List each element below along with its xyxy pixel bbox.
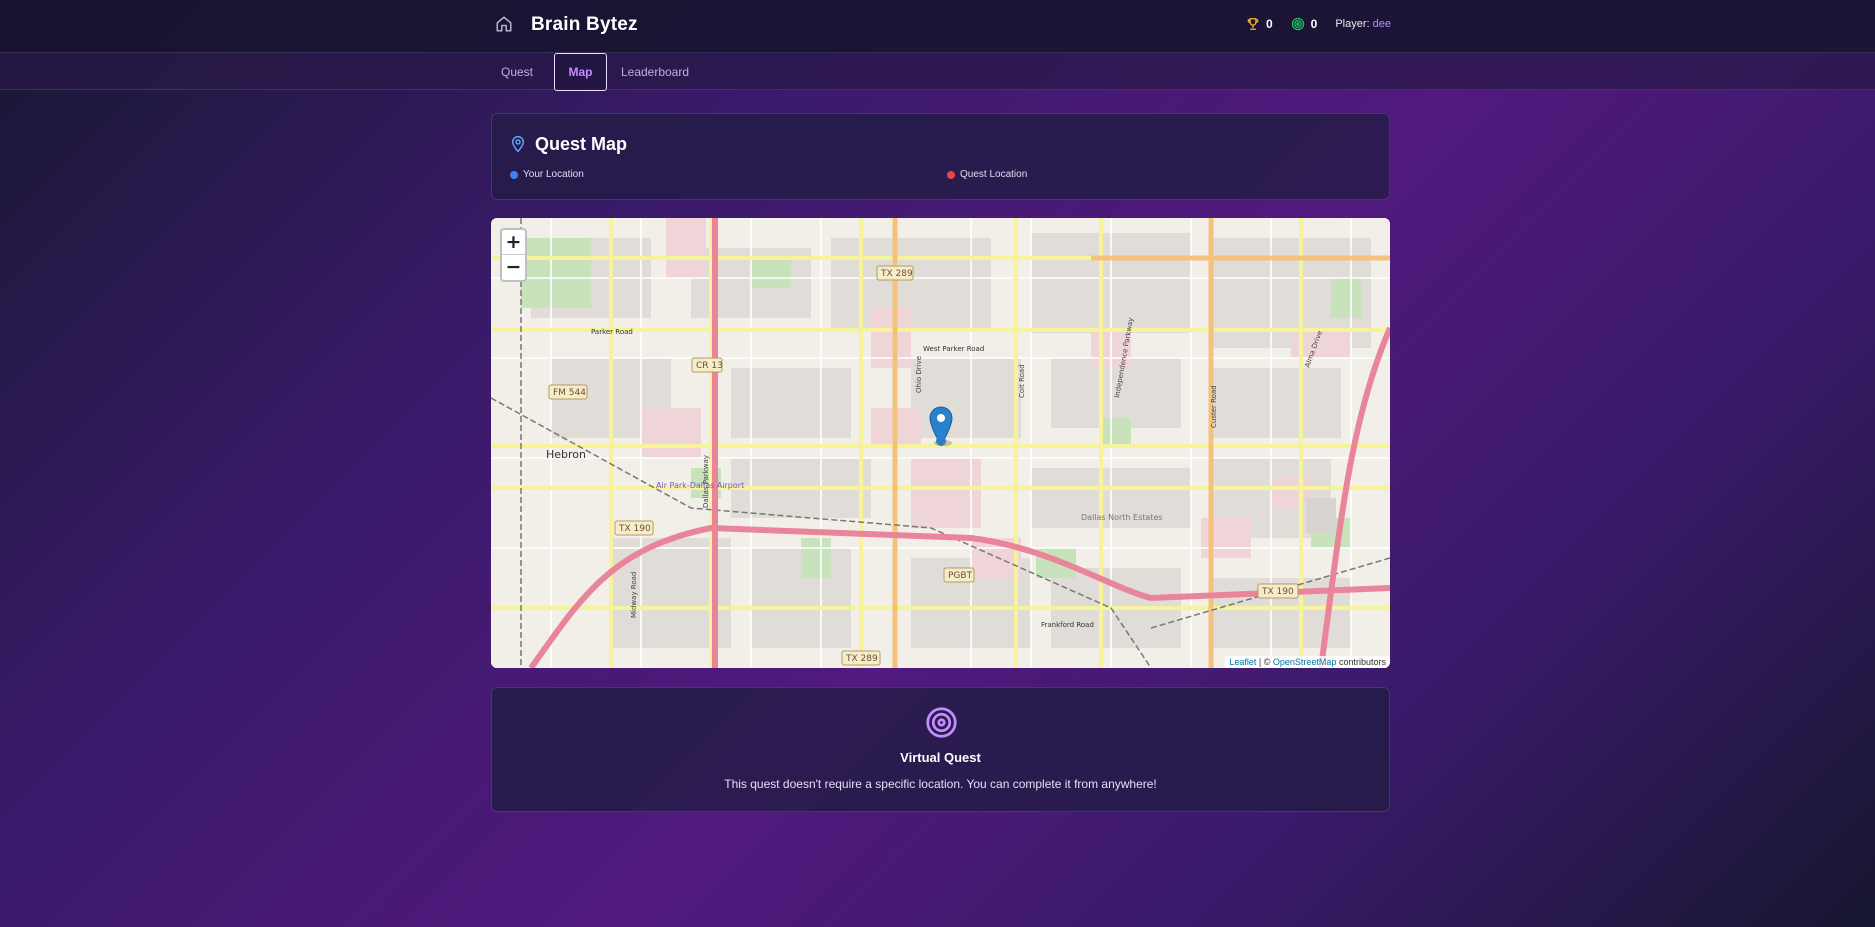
shield-tx289-bottom: TX 289 (845, 654, 878, 664)
target-count: 0 (1310, 17, 1318, 31)
target-icon (1291, 17, 1304, 31)
attribution-separator: | © (1258, 657, 1271, 667)
label-hebron: Hebron (546, 448, 586, 461)
shield-tx190-left: TX 190 (618, 524, 651, 534)
legend-label: Quest Location (960, 169, 1028, 180)
shield-tx289-top: TX 289 (880, 269, 913, 279)
target-stat: 0 (1291, 17, 1318, 31)
legend-label: Your Location (523, 169, 584, 180)
label-dallas-north-estates: Dallas North Estates (1081, 513, 1163, 522)
tab-quest[interactable]: Quest (491, 53, 543, 91)
virtual-quest-description: This quest doesn't require a specific lo… (724, 777, 1157, 791)
shield-cr13: CR 13 (696, 361, 723, 371)
map-pin-icon (511, 136, 525, 153)
label-ohio-drive: Ohio Drive (915, 356, 923, 393)
leaflet-link[interactable]: Leaflet (1229, 657, 1256, 667)
trophy-stat: 0 (1246, 17, 1273, 31)
player-info: Player: dee (1335, 18, 1391, 30)
label-custer-road: Custer Road (1210, 385, 1218, 428)
quest-map-card: Quest Map Your Location Quest Location (491, 113, 1390, 200)
map-view[interactable]: TX 289 CR 13 FM 544 TX 190 TX 190 PGBT T… (491, 218, 1390, 668)
legend-your-location: Your Location (510, 169, 584, 180)
tab-bar: Quest Map Leaderboard (0, 53, 1875, 91)
player-name: dee (1372, 18, 1391, 30)
target-icon (926, 707, 957, 738)
player-label: Player: (1335, 18, 1370, 30)
location-marker-icon[interactable] (928, 405, 954, 447)
header-stats: 0 0 Player: dee (1246, 17, 1391, 31)
red-dot-icon (947, 170, 955, 179)
label-midway-road: Midway Road (630, 572, 638, 618)
attribution-contributors: contributors (1338, 657, 1386, 667)
blue-dot-icon (510, 170, 518, 179)
legend-quest-location: Quest Location (947, 169, 1027, 180)
virtual-quest-title: Virtual Quest (900, 750, 981, 765)
tab-leaderboard[interactable]: Leaderboard (615, 53, 695, 91)
zoom-out-button[interactable]: − (502, 255, 525, 280)
label-frankford-road: Frankford Road (1041, 621, 1094, 629)
zoom-in-button[interactable]: + (502, 230, 525, 255)
home-icon[interactable] (495, 15, 515, 35)
zoom-control: + − (500, 228, 527, 282)
virtual-quest-card: Virtual Quest This quest doesn't require… (491, 687, 1390, 812)
map-attribution: Leaflet | © OpenStreetMap contributors (1225, 656, 1390, 668)
label-west-parker-road: West Parker Road (923, 345, 984, 353)
label-parker-road: Parker Road (591, 328, 633, 336)
label-airport: Air Park-Dallas Airport (656, 481, 744, 490)
tab-map[interactable]: Map (554, 53, 607, 91)
app-title: Brain Bytez (531, 14, 638, 35)
osm-link[interactable]: OpenStreetMap (1273, 657, 1337, 667)
label-dallas-parkway: Dallas Parkway (702, 455, 710, 508)
header-inner: Brain Bytez 0 0 Player: dee (491, 0, 1391, 53)
quest-map-title: Quest Map (535, 134, 628, 154)
label-coit-road: Coit Road (1018, 364, 1026, 398)
shield-pgbt: PGBT (948, 571, 973, 581)
shield-tx190-right: TX 190 (1261, 587, 1294, 597)
trophy-icon (1247, 18, 1259, 30)
app-header: Brain Bytez 0 0 Player: dee (0, 0, 1875, 53)
trophy-count: 0 (1265, 17, 1273, 31)
shield-fm544: FM 544 (553, 388, 586, 398)
